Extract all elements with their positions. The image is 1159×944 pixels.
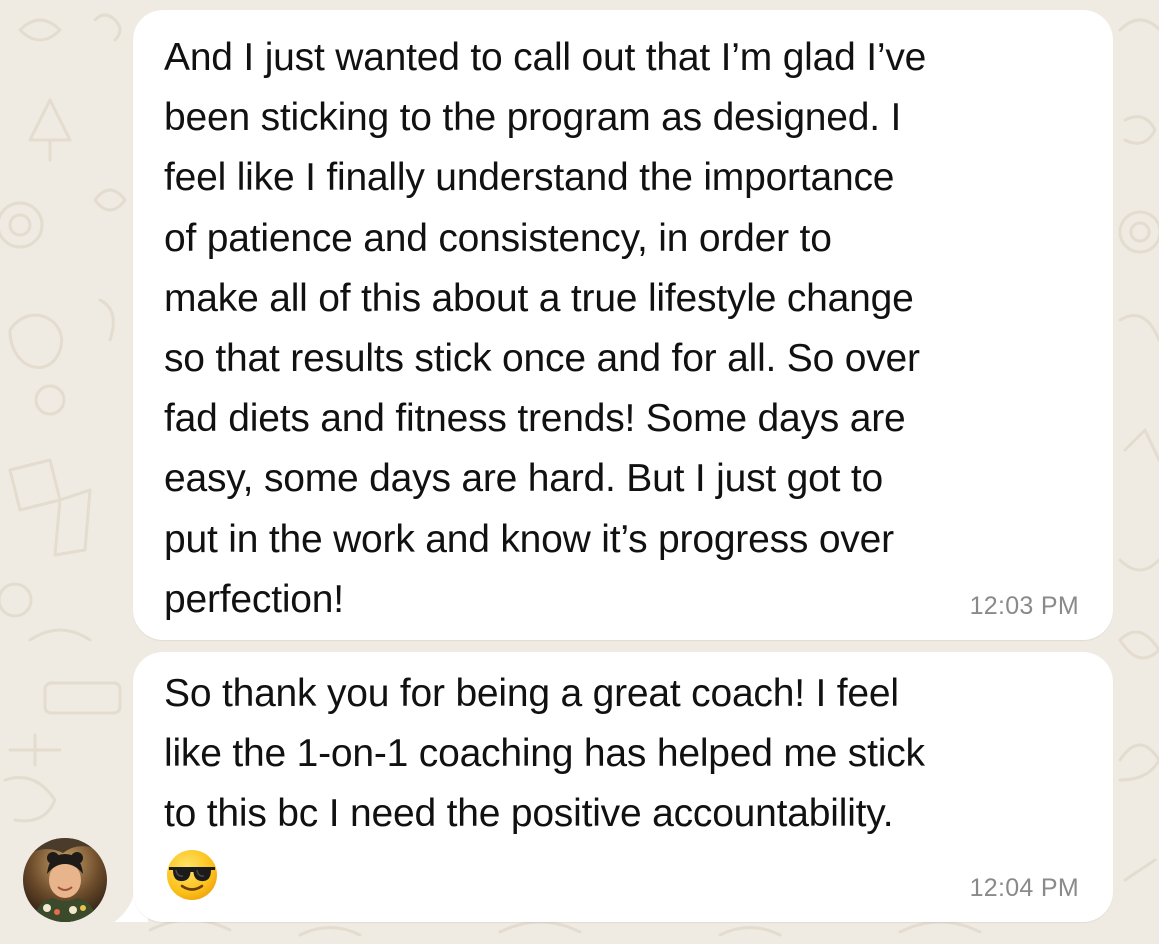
- message-timestamp: 12:04 PM: [969, 874, 1079, 902]
- message-text: And I just wanted to call out that I’m g…: [164, 36, 927, 621]
- message-text: So thank you for being a great coach! I …: [164, 672, 925, 836]
- sunglasses-emoji-icon: [167, 850, 217, 900]
- message-timestamp: 12:03 PM: [969, 592, 1079, 620]
- incoming-message-bubble[interactable]: So thank you for being a great coach! I …: [133, 652, 1113, 922]
- incoming-message-bubble[interactable]: And I just wanted to call out that I’m g…: [133, 10, 1113, 640]
- sender-avatar[interactable]: [23, 838, 107, 922]
